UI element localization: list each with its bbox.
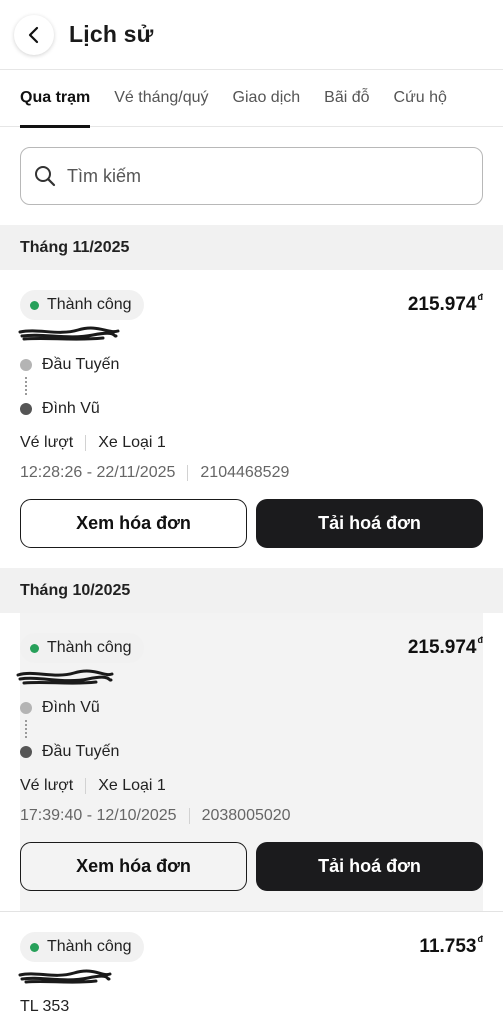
tab-qua-tram[interactable]: Qua trạm	[20, 70, 91, 128]
view-invoice-button[interactable]: Xem hóa đơn	[20, 499, 247, 548]
transaction-id: 2038005020	[201, 807, 291, 824]
status-text: Thành công	[47, 639, 132, 656]
month-header: Tháng 10/2025	[0, 568, 503, 613]
vehicle-class: Xe Loại 1	[98, 777, 166, 794]
app-header: Lịch sử	[0, 0, 503, 70]
status-badge: Thành công	[20, 633, 144, 663]
vehicle-class: Xe Loại 1	[98, 434, 166, 451]
end-point-icon	[20, 746, 32, 758]
start-point-icon	[20, 702, 32, 714]
ticket-type: Vé lượt	[20, 777, 74, 794]
success-dot-icon	[30, 942, 39, 952]
tab-bai-do[interactable]: Bãi đỗ	[324, 70, 369, 127]
back-button[interactable]	[14, 14, 54, 55]
amount-value: 215.974	[407, 294, 477, 315]
transaction-card[interactable]: Thành công 215.974đ Đình Vũ Đầu Tuyến Vé…	[0, 613, 503, 911]
redacted-plate-scribble	[18, 969, 112, 984]
success-dot-icon	[30, 300, 39, 310]
status-text: Thành công	[47, 296, 132, 313]
tab-cuu-ho[interactable]: Cứu hộ	[394, 70, 447, 127]
start-point-icon	[20, 359, 32, 371]
end-station: Đình Vũ	[42, 400, 100, 417]
status-text: Thành công	[47, 938, 132, 955]
ticket-type: Vé lượt	[20, 434, 74, 451]
route: Đầu Tuyến Đình Vũ	[20, 355, 119, 419]
redacted-plate-scribble	[16, 669, 114, 685]
route-start: Đầu Tuyến	[20, 355, 119, 375]
separator	[85, 435, 87, 451]
status-badge: Thành công	[20, 290, 144, 320]
separator	[85, 778, 87, 794]
route-line	[25, 377, 27, 395]
currency-symbol: đ	[477, 934, 484, 944]
start-station: Đình Vũ	[42, 699, 100, 716]
transaction-info: 17:39:40 - 12/10/2025 2038005020	[20, 807, 291, 825]
tab-giao-dich[interactable]: Giao dịch	[233, 70, 301, 127]
search-section: Tìm kiếm	[0, 127, 503, 225]
route: Đình Vũ Đầu Tuyến	[20, 698, 119, 762]
page-title: Lịch sử	[69, 21, 154, 47]
download-invoice-button[interactable]: Tải hoá đơn	[256, 499, 483, 548]
ticket-info: Vé lượt Xe Loại 1	[20, 434, 166, 452]
ticket-info: Vé lượt Xe Loại 1	[20, 777, 166, 795]
amount: 11.753đ	[419, 934, 484, 958]
separator	[187, 465, 189, 481]
transaction-info: 12:28:26 - 22/11/2025 2104468529	[20, 464, 289, 482]
amount: 215.974đ	[407, 635, 484, 659]
transaction-datetime: 17:39:40 - 12/10/2025	[20, 807, 177, 824]
view-invoice-button[interactable]: Xem hóa đơn	[20, 842, 247, 891]
amount-value: 215.974	[407, 637, 477, 658]
route-end: Đình Vũ	[20, 399, 119, 419]
transaction-id: 2104468529	[200, 464, 290, 481]
end-point-icon	[20, 403, 32, 415]
route-start: Đình Vũ	[20, 698, 119, 718]
redacted-plate-scribble	[18, 326, 120, 341]
transaction-card[interactable]: Thành công 215.974đ Đầu Tuyến Đình Vũ Vé…	[0, 270, 503, 568]
route-end: Đầu Tuyến	[20, 742, 119, 762]
invoice-actions: Xem hóa đơn Tải hoá đơn	[20, 499, 483, 548]
search-icon	[33, 164, 57, 188]
chevron-left-icon	[28, 26, 39, 43]
currency-symbol: đ	[477, 292, 484, 302]
currency-symbol: đ	[477, 635, 484, 645]
end-station: Đầu Tuyến	[42, 743, 120, 760]
search-input[interactable]: Tìm kiếm	[20, 147, 483, 205]
download-invoice-button[interactable]: Tải hoá đơn	[256, 842, 483, 891]
search-placeholder: Tìm kiếm	[67, 165, 141, 186]
tab-bar: Qua trạm Vé tháng/quý Giao dịch Bãi đỗ C…	[0, 70, 503, 128]
success-dot-icon	[30, 643, 39, 653]
invoice-actions: Xem hóa đơn Tải hoá đơn	[20, 842, 483, 891]
route-line	[25, 720, 27, 738]
transaction-card[interactable]: Thành công 11.753đ TL 353	[0, 912, 503, 1024]
transaction-datetime: 12:28:26 - 22/11/2025	[20, 464, 176, 481]
station-name: TL 353	[20, 998, 69, 1016]
separator	[188, 808, 190, 824]
start-station: Đầu Tuyến	[42, 356, 120, 373]
amount: 215.974đ	[407, 292, 484, 316]
tab-ve-thang-quy[interactable]: Vé tháng/quý	[114, 70, 208, 127]
status-badge: Thành công	[20, 932, 144, 962]
month-header: Tháng 11/2025	[0, 225, 503, 270]
amount-value: 11.753	[419, 936, 477, 957]
station-label: TL 353	[20, 998, 70, 1015]
